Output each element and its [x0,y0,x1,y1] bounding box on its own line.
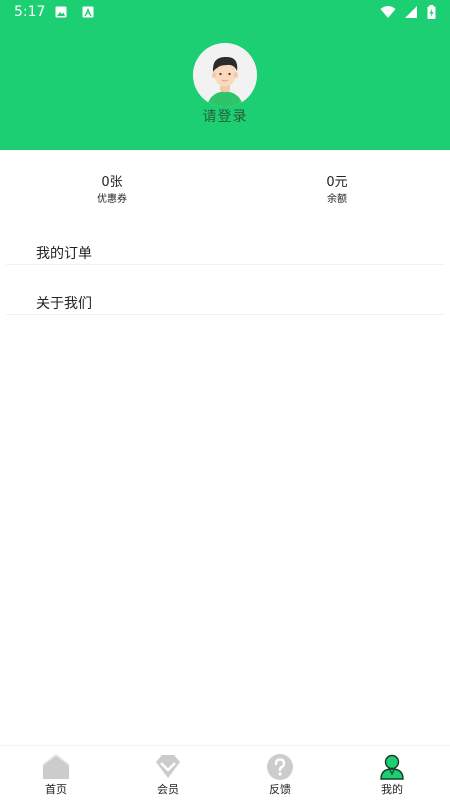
home-icon [42,754,70,779]
balance-label: 余额 [327,194,347,205]
nav-label-mine: 我的 [381,783,403,796]
avatar[interactable] [193,43,257,107]
status-bar: 5:17 [0,0,450,24]
nav-label-feedback: 反馈 [269,783,291,796]
nav-label-member: 会员 [157,783,179,796]
nav-label-home: 首页 [45,783,67,796]
nav-item-mine[interactable]: 我的 [336,746,448,800]
nav-item-member[interactable]: 会员 [112,746,224,800]
status-system-icons [380,5,436,19]
signal-icon [404,6,417,18]
diamond-icon [156,755,180,778]
coupon-stat[interactable]: 0张 优惠券 [52,174,172,207]
coupon-label: 优惠券 [97,194,127,205]
balance-stat[interactable]: 0元 余额 [277,174,397,207]
menu-item-about-us[interactable]: 关于我们 [6,281,444,315]
coupon-count: 0张 [101,175,123,190]
profile-header: 5:17 请登录 [0,0,450,150]
wifi-icon [380,6,396,18]
person-icon [380,754,404,780]
menu-item-label: 关于我们 [36,296,92,312]
user-avatar-icon [193,43,257,107]
image-icon [55,6,67,18]
bottom-nav: 首页 会员 反馈 我的 [0,745,450,800]
status-notification-icons [55,6,94,18]
login-prompt[interactable]: 请登录 [0,107,450,127]
help-icon [267,754,293,780]
nav-item-feedback[interactable]: 反馈 [224,746,336,800]
font-a-icon [82,6,94,18]
battery-charging-icon [427,5,436,19]
status-time: 5:17 [14,4,46,20]
nav-item-home[interactable]: 首页 [0,746,112,800]
profile-screen: 5:17 请登录 0张 优惠券 0元 余额 我的订单 关于我们 首页 会员 反馈… [0,0,450,800]
menu-item-label: 我的订单 [36,246,92,262]
balance-amount: 0元 [326,175,348,190]
menu-item-my-orders[interactable]: 我的订单 [6,231,444,265]
